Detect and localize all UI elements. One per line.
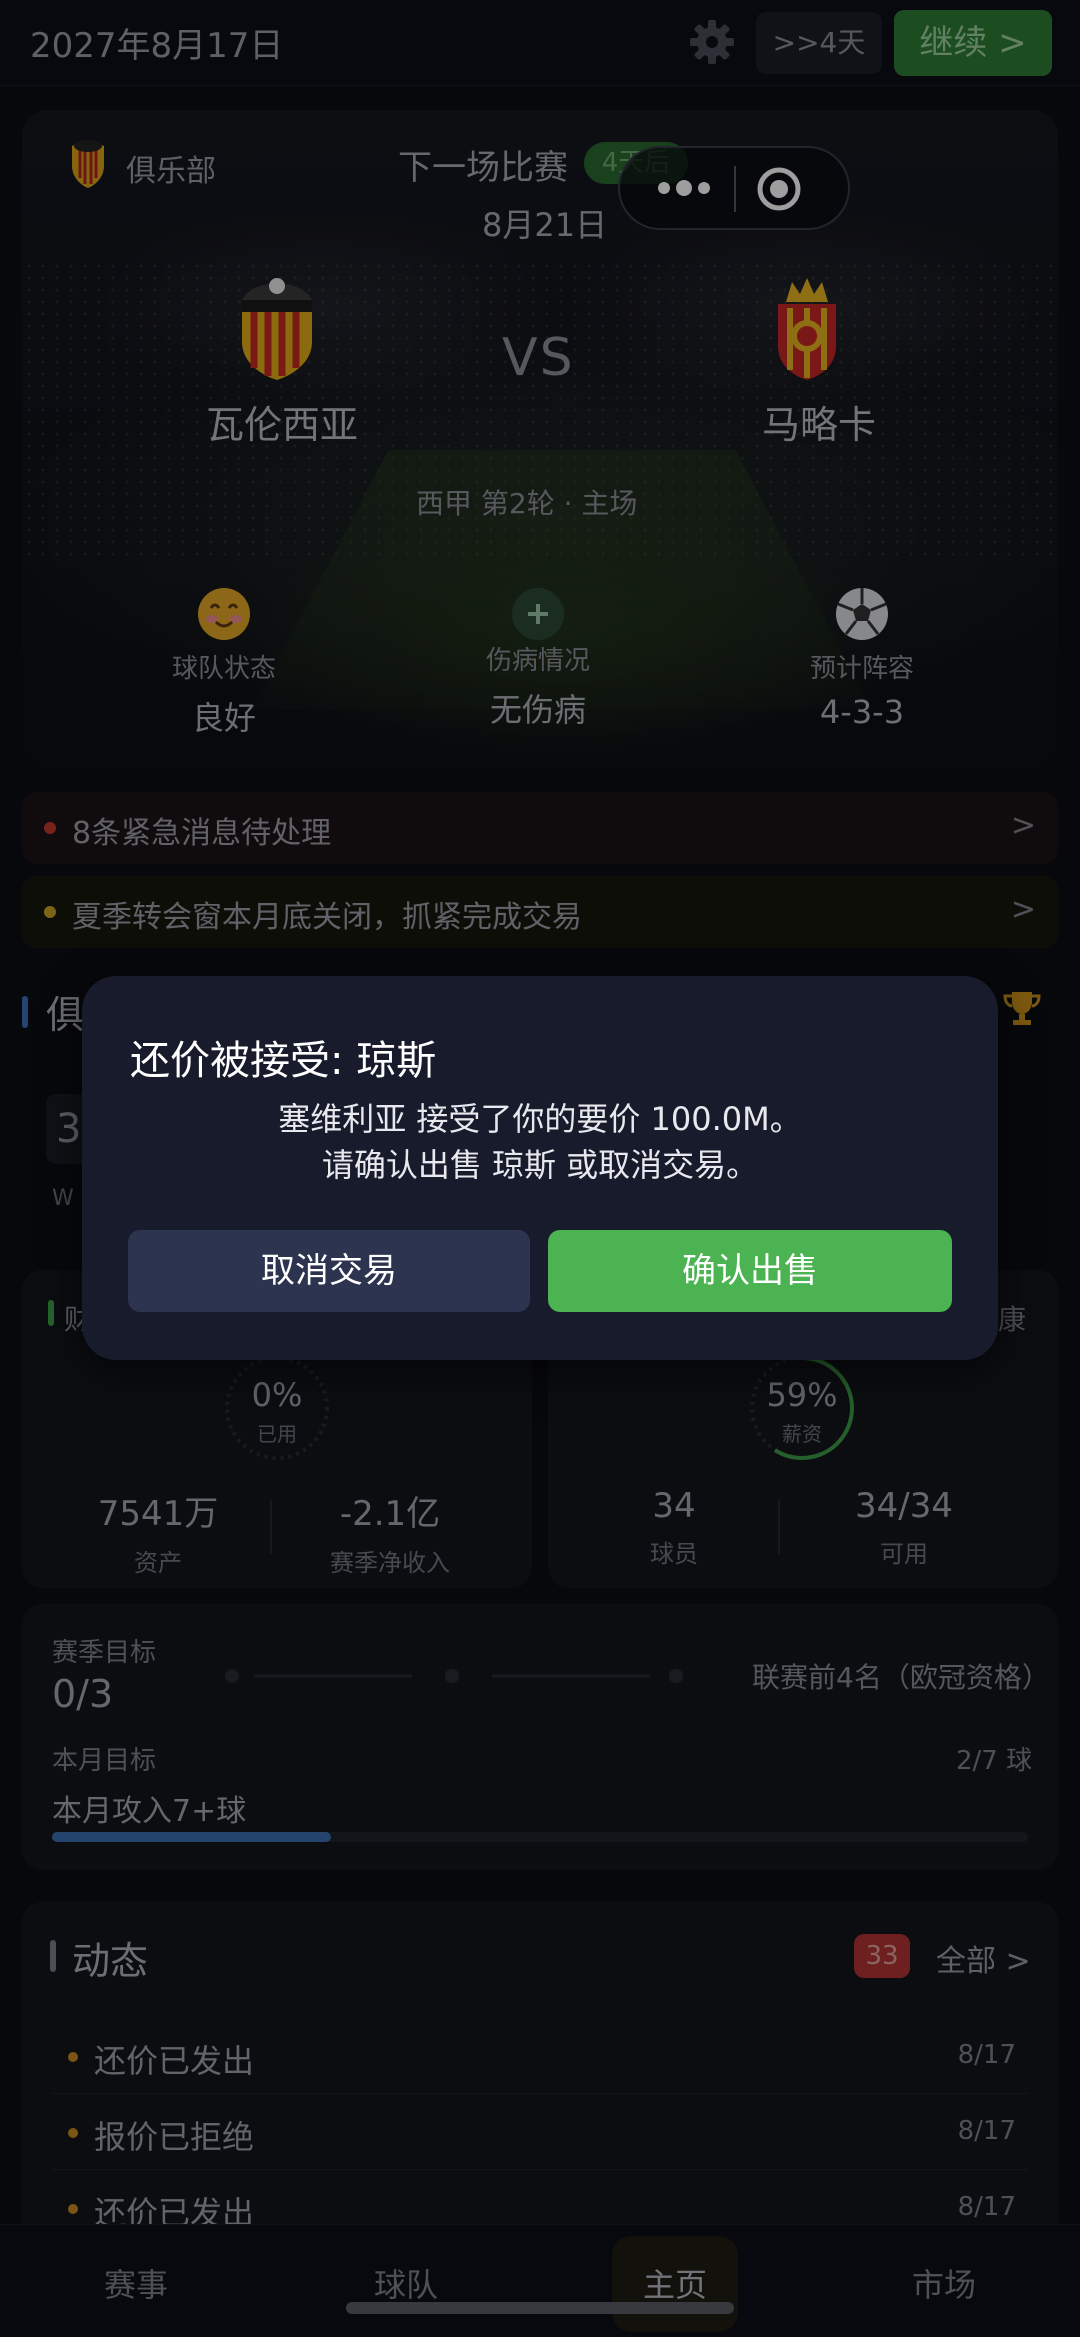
dialog-title: 还价被接受: 琼斯 — [130, 1038, 437, 1084]
confirm-sale-button[interactable]: 确认出售 — [548, 1230, 952, 1312]
dialog-message: 塞维利亚 接受了你的要价 100.0M。 请确认出售 琼斯 或取消交易。 — [82, 1096, 998, 1188]
counter-offer-dialog: 还价被接受: 琼斯 塞维利亚 接受了你的要价 100.0M。 请确认出售 琼斯 … — [82, 976, 998, 1360]
dialog-message-line-2: 请确认出售 琼斯 或取消交易。 — [321, 1146, 759, 1184]
dialog-message-line-1: 塞维利亚 接受了你的要价 100.0M。 — [278, 1100, 802, 1138]
cancel-deal-button[interactable]: 取消交易 — [128, 1230, 530, 1312]
